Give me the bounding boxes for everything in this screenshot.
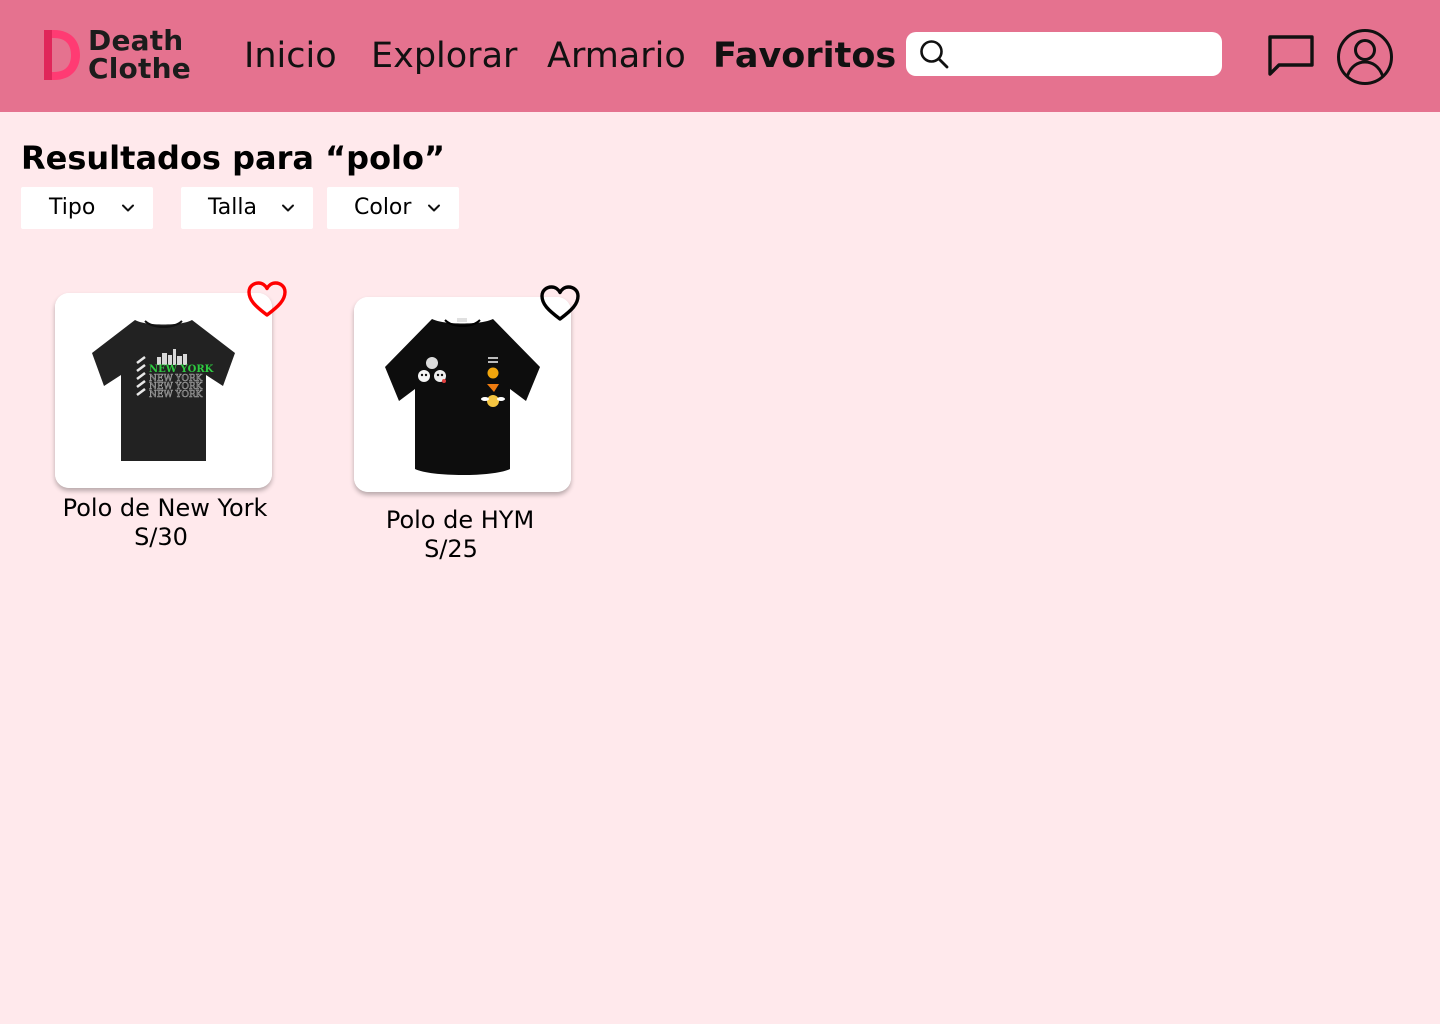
svg-text:NEW YORK: NEW YORK [149,390,203,400]
brand-name: Death Clothe [88,27,191,83]
chevron-down-icon [282,204,294,212]
nav-explorar[interactable]: Explorar [371,34,517,78]
brand-line-1: Death [88,24,184,57]
user-icon[interactable] [1336,28,1394,86]
top-header: Death Clothe Inicio Explorar Armario Fav… [0,0,1440,112]
product-name[interactable]: Polo de HYM [350,506,570,535]
favorite-heart-icon[interactable] [538,283,582,323]
chevron-down-icon [122,204,134,212]
favorite-heart-icon[interactable] [245,279,289,319]
product-price: S/30 [134,523,188,551]
filter-talla-dropdown[interactable]: Talla [181,187,313,229]
search-input[interactable] [960,38,1214,72]
black-tshirt-new-york-image: NEW YORK NEW YORK NEW YORK NEW YORK [55,293,272,488]
filter-label: Color [354,195,412,220]
black-tshirt-emoji-image [354,297,571,492]
nav-favoritos[interactable]: Favoritos [713,34,896,78]
nav-armario[interactable]: Armario [547,34,686,78]
search-icon[interactable] [918,38,950,70]
filter-label: Talla [208,195,257,220]
brand-line-2: Clothe [88,52,191,85]
d-logo-icon [44,30,80,80]
product-card-new-york[interactable]: NEW YORK NEW YORK NEW YORK NEW YORK [55,293,272,488]
filter-tipo-dropdown[interactable]: Tipo [21,187,153,229]
search-bar[interactable] [906,32,1222,76]
filter-color-dropdown[interactable]: Color [327,187,459,229]
product-card-hym[interactable] [354,297,571,492]
chevron-down-icon [428,204,440,212]
filter-label: Tipo [49,195,96,220]
product-name[interactable]: Polo de New York [55,494,275,523]
chat-icon[interactable] [1266,34,1316,78]
product-price: S/25 [424,535,478,563]
nav-inicio[interactable]: Inicio [244,34,337,78]
brand-logo[interactable]: Death Clothe [40,26,191,84]
results-title: Resultados para “polo” [21,139,446,177]
